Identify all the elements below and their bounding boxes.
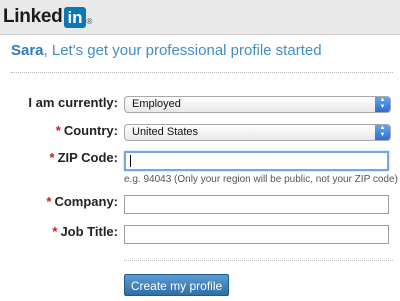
- company-label: * Company:: [46, 194, 118, 209]
- status-label: I am currently:: [28, 95, 118, 110]
- divider: [124, 260, 393, 261]
- heading-text: , Let's get your professional profile st…: [43, 42, 322, 59]
- select-arrows-icon: ▲ ▼: [375, 97, 390, 112]
- required-mark: *: [49, 150, 55, 165]
- required-mark: *: [46, 194, 52, 209]
- job-title-label-text: Job Title:: [60, 224, 118, 239]
- country-select[interactable]: United States ▲ ▼: [124, 124, 391, 141]
- select-arrows-icon: ▲ ▼: [375, 125, 390, 140]
- registered-mark: ®: [86, 17, 93, 26]
- logo-in-badge: in: [64, 6, 86, 28]
- divider: [11, 72, 393, 73]
- job-title-input[interactable]: [124, 225, 389, 244]
- zip-label-text: ZIP Code:: [57, 150, 118, 165]
- company-input[interactable]: [124, 195, 389, 214]
- required-mark: *: [52, 224, 58, 239]
- user-name: Sara: [11, 42, 44, 59]
- page-heading: Sara, Let's get your professional profil…: [11, 42, 322, 59]
- status-value: Employed: [132, 98, 181, 110]
- logo-text: Linked: [3, 6, 63, 27]
- country-label: * Country:: [56, 123, 118, 138]
- top-bar: Linked in ®: [0, 0, 400, 35]
- country-value: United States: [132, 126, 199, 138]
- zip-label: * ZIP Code:: [50, 150, 119, 165]
- company-label-text: Company:: [54, 194, 118, 209]
- zip-code-input[interactable]: [124, 151, 389, 171]
- country-label-text: Country:: [63, 123, 118, 138]
- linkedin-logo[interactable]: Linked in ®: [3, 5, 92, 29]
- required-mark: *: [55, 123, 61, 138]
- text-caret: [130, 155, 131, 167]
- status-select[interactable]: Employed ▲ ▼: [124, 96, 391, 113]
- create-profile-button[interactable]: Create my profile: [124, 274, 229, 296]
- zip-hint: e.g. 94043 (Only your region will be pub…: [124, 174, 398, 185]
- job-title-label: * Job Title:: [52, 224, 118, 239]
